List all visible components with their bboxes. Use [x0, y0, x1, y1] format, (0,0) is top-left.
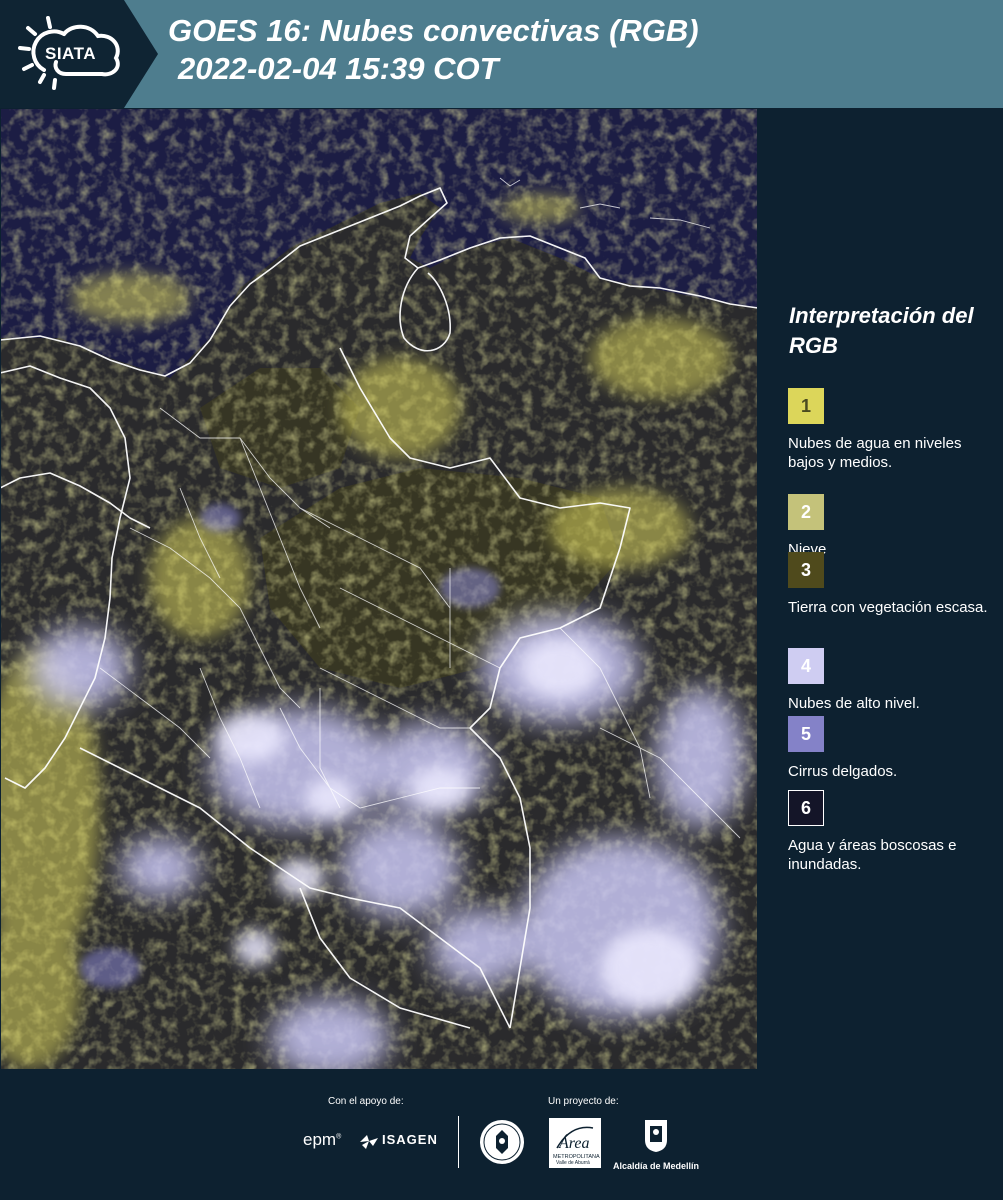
- isagen-logo: ISAGEN: [382, 1132, 438, 1147]
- legend-swatch-2: 2: [788, 494, 824, 530]
- government-seal-icon: [478, 1118, 526, 1171]
- amva-name: Área: [558, 1133, 590, 1152]
- legend-swatch-6: 6: [788, 790, 824, 826]
- isagen-mark-icon: [358, 1132, 380, 1155]
- epm-logo-text: epm: [303, 1130, 337, 1149]
- legend-label-6: Agua y áreas boscosas e inundadas.: [788, 837, 957, 873]
- legend-item-3: 3 Tierra con vegetación escasa.: [788, 552, 993, 617]
- legend-item-1: 1 Nubes de agua en niveles bajos y medios…: [788, 388, 993, 472]
- legend-panel: Interpretación del RGB 1 Nubes de agua en…: [758, 108, 1003, 1070]
- legend-label-4: Nubes de alto nivel.: [788, 695, 920, 712]
- legend-label-3: Tierra con vegetación escasa.: [788, 599, 988, 616]
- medellin-shield-icon: [645, 1120, 667, 1152]
- header-bar: SIATA GOES 16: Nubes convectivas (RGB) 2…: [0, 0, 1003, 108]
- epm-logo: epm®: [303, 1130, 342, 1149]
- siata-logo: SIATA: [0, 0, 158, 108]
- legend-item-6: 6 Agua y áreas boscosas e inundadas.: [788, 790, 993, 874]
- legend-item-5: 5 Cirrus delgados.: [788, 716, 993, 781]
- support-label: Con el apoyo de:: [328, 1096, 404, 1107]
- footer-divider: [458, 1116, 459, 1168]
- legend-swatch-5: 5: [788, 716, 824, 752]
- page-title: GOES 16: Nubes convectivas (RGB) 2022-02…: [168, 12, 699, 88]
- project-label: Un proyecto de:: [548, 1096, 619, 1107]
- alcaldia-label: Alcaldía de Medellín: [612, 1161, 700, 1171]
- title-timestamp: 2022-02-04 15:39 COT: [178, 51, 499, 86]
- satellite-image: [0, 108, 758, 1070]
- satellite-map: [0, 108, 758, 1070]
- amva-sub2: Valle de Aburrá: [556, 1160, 590, 1166]
- siata-logo-text: SIATA: [45, 44, 96, 63]
- area-metropolitana-logo: Área METROPOLITANA Valle de Aburrá: [549, 1118, 601, 1173]
- legend-item-2: 2 Nieve: [788, 494, 993, 559]
- alcaldia-logo: Alcaldía de Medellín: [612, 1118, 700, 1171]
- legend-label-5: Cirrus delgados.: [788, 763, 898, 780]
- legend-title: Interpretación del RGB: [789, 303, 974, 358]
- legend-label-1: Nubes de agua en niveles bajos y medios.: [788, 435, 962, 471]
- title-product: GOES 16: Nubes convectivas (RGB): [168, 13, 699, 48]
- legend-swatch-4: 4: [788, 648, 824, 684]
- legend-item-4: 4 Nubes de alto nivel.: [788, 648, 993, 713]
- legend-swatch-3: 3: [788, 552, 824, 588]
- legend-swatch-1: 1: [788, 388, 824, 424]
- footer: Con el apoyo de: Un proyecto de: epm® IS…: [0, 1070, 1003, 1200]
